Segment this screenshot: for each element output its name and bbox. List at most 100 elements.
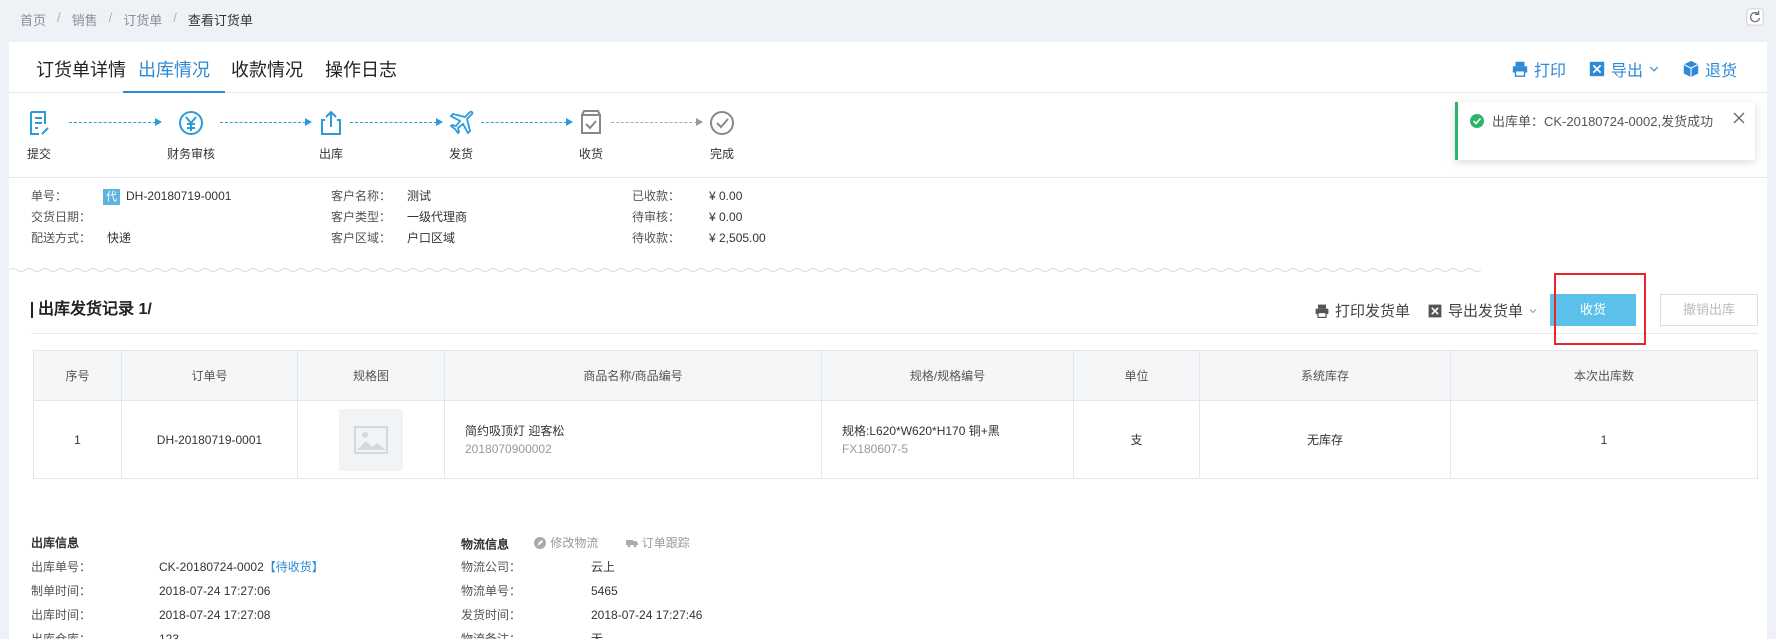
outbound-no-row: 出库单号： CK-20180724-0002【待收货】 [31,560,324,574]
cell-qty: 1 [1450,400,1758,479]
divider [9,177,1767,178]
refresh-icon[interactable] [1746,8,1764,26]
section-title: 出库发货记录 1/ [31,302,152,318]
step-label: 收货 [578,147,603,161]
cell-stock: 无库存 [1199,400,1451,479]
print-button[interactable]: 打印 [1511,57,1566,81]
notification-text: 出库单：CK-20180724-0002,发货成功 [1492,114,1714,129]
customer-name-row: 客户名称： 测试 [331,189,432,203]
main-panel: 订货单详情 出库情况 收款情况 操作日志 打印 导出 退货 提交 财务审核 出库… [9,42,1767,639]
tab-log[interactable]: 操作日志 [325,56,397,93]
step-label: 出库 [318,147,343,161]
to-receive-row: 待收款： ¥ 2,505.00 [632,231,766,245]
printer-icon [1315,304,1329,318]
col-product: 商品名称/商品编号 [444,350,822,401]
airplane-icon [449,110,474,135]
product-name: 简约吸顶灯 迎客松 [465,423,565,438]
package-check-icon [581,110,601,134]
progress-steps: 提交 财务审核 出库 发货 收货 完成 [27,108,829,168]
step-arrow [481,118,573,126]
warehouse-row: 出库仓库： 123 [31,632,180,639]
box-icon [1683,60,1699,78]
track-order-link[interactable]: 订单跟踪 [625,534,690,551]
cell-order-no: DH-20180719-0001 [121,400,298,479]
customer-region-row: 客户区域： 户口区域 [331,231,456,245]
step-arrow [350,118,443,126]
yen-circle-icon [179,111,203,135]
return-button[interactable]: 退货 [1682,57,1737,81]
export-icon [1589,61,1605,77]
step-arrow [69,118,162,126]
step-arrow [611,118,703,126]
cancel-outbound-button[interactable]: 撤销出库 [1660,294,1758,326]
chevron-down-icon [1529,308,1537,313]
export-dropdown[interactable]: 导出 [1588,57,1660,81]
export-label: 导出 [1610,63,1643,80]
step-ship: 发货 [431,108,491,162]
pending-review-row: 待审核： ¥ 0.00 [632,210,743,224]
breadcrumb-current: 查看订货单 [187,13,253,28]
section-divider [31,333,1758,334]
col-image: 规格图 [297,350,445,401]
agent-badge: 代 [103,189,120,205]
upload-icon [321,110,341,135]
outbound-title: 出库信息 [31,536,80,550]
step-outbound: 出库 [301,108,361,162]
edit-logistics-link[interactable]: 修改物流 [534,534,598,551]
order-no-row: 单号：代 DH-20180719-0001 [31,189,232,205]
step-label: 发货 [448,147,473,161]
logistics-remark-row: 物流备注：无 [461,632,604,639]
tab-outbound[interactable]: 出库情况 [123,56,225,93]
highlight-box [1554,273,1646,345]
print-label: 打印 [1533,63,1566,80]
ship-time-row: 发货时间： 2018-07-24 17:27:46 [461,608,703,622]
logistics-no-row: 物流单号： 5465 [461,584,618,598]
out-time-row: 出库时间： 2018-07-24 17:27:08 [31,608,271,622]
step-submit: 提交 [9,108,69,162]
print-shipping-label: 打印发货单 [1335,303,1411,320]
items-table: 序号 订单号 规格图 商品名称/商品编号 规格/规格编号 单位 系统库存 本次出… [33,350,1758,479]
table-header-row: 序号 订单号 规格图 商品名称/商品编号 规格/规格编号 单位 系统库存 本次出… [33,350,1758,401]
delivery-date-row: 交货日期： [31,210,92,224]
header-actions: 打印 导出 退货 [1511,57,1737,81]
spec-code: FX180607-5 [842,441,909,456]
spec-name: 规格:L620*W620*H170 铜+黑 [842,423,1000,438]
success-check-icon [1470,114,1484,128]
print-shipping-button[interactable]: 打印发货单 [1314,300,1410,321]
step-complete: 完成 [692,108,752,162]
outbound-no: CK-20180724-0002 [159,560,264,574]
product-thumbnail[interactable] [339,408,403,471]
logistics-company-row: 物流公司： 云上 [461,560,616,574]
col-spec: 规格/规格编号 [821,350,1074,401]
wavy-divider [9,268,1482,272]
tab-payment[interactable]: 收款情况 [231,56,303,93]
tab-bar: 订货单详情 出库情况 收款情况 操作日志 打印 导出 退货 [9,42,1767,93]
step-label: 提交 [26,147,51,161]
received-row: 已收款： ¥ 0.00 [632,189,743,203]
step-label: 完成 [709,147,734,161]
export-icon [1428,304,1442,317]
top-bar: 首页 / 销售 / 订货单 / 查看订货单 [0,0,1776,42]
truck-icon [625,539,638,547]
tab-order-detail[interactable]: 订货单详情 [36,56,126,93]
cell-product: 简约吸顶灯 迎客松 2018070900002 [444,400,822,479]
created-row: 制单时间： 2018-07-24 17:27:06 [31,584,271,598]
close-icon[interactable] [1731,110,1747,126]
col-qty: 本次出库数 [1450,350,1758,401]
image-placeholder-icon [354,425,388,454]
step-label: 财务审核 [166,147,215,161]
chevron-down-icon [1649,66,1659,72]
cell-image [297,400,445,479]
breadcrumb-sales[interactable]: 销售 [72,10,98,29]
export-shipping-dropdown[interactable]: 导出发货单 [1427,300,1538,321]
step-finance-review: 财务审核 [161,108,221,162]
breadcrumb-orders[interactable]: 订货单 [123,10,162,29]
step-receive: 收货 [561,108,621,162]
col-unit: 单位 [1073,350,1200,401]
edit-icon [534,536,547,549]
breadcrumb-home[interactable]: 首页 [20,10,46,29]
ship-method-row: 配送方式： 快递 [31,231,132,245]
document-edit-icon [30,111,49,135]
product-code: 2018070900002 [465,441,552,456]
col-index: 序号 [33,350,122,401]
